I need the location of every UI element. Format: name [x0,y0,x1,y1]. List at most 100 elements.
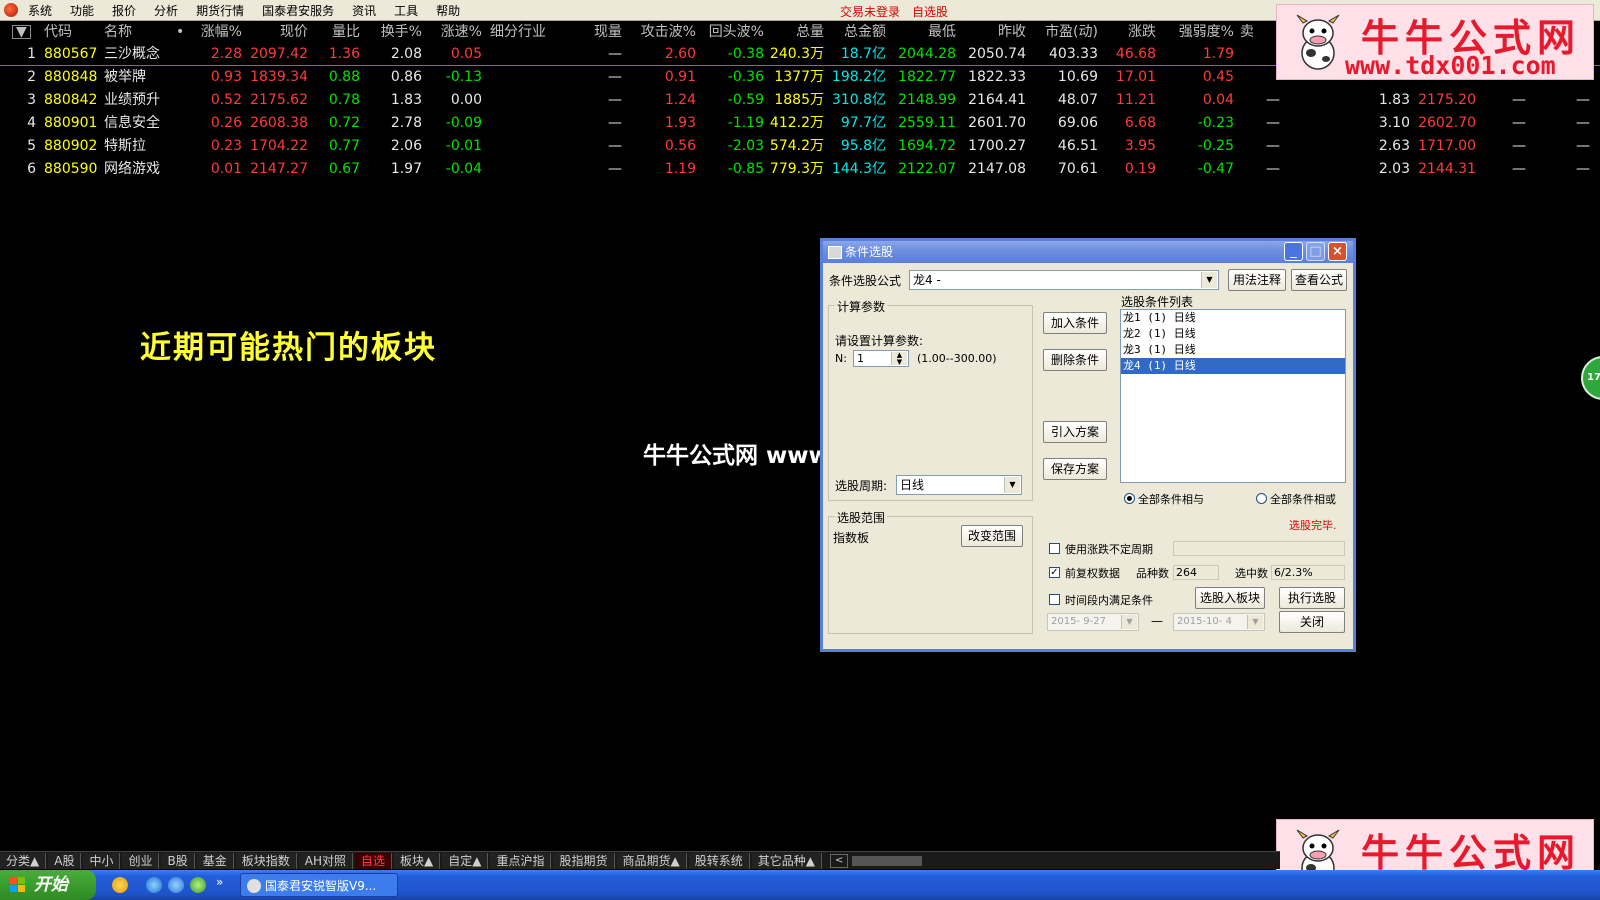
dialog-titlebar[interactable]: 条件选股 _ □ × [823,241,1353,263]
header-turnover[interactable]: 换手% [360,21,422,43]
minimize-button[interactable]: _ [1284,242,1303,261]
header-total-volume[interactable]: 总量 [764,21,824,43]
date-to-picker[interactable]: 2015-10- 4 ▼ [1173,613,1265,631]
tab-item[interactable]: 中小 [83,852,121,869]
table-row[interactable]: 5 880902 特斯拉 0.23 1704.22 0.77 2.06 -0.01 — 0.56 -… [0,135,1600,158]
tab-scrollbar[interactable] [852,855,923,866]
header-pullback-wave[interactable]: 回头波% [696,21,764,43]
menu-item-system[interactable]: 系统 [28,2,52,19]
taskbar-app-button[interactable]: 国泰君安锐智版V9... [240,873,398,897]
table-row[interactable]: 6 880590 网络游戏 0.01 2147.27 0.67 1.97 -0.04 — 1.19… [0,158,1600,181]
header-strength[interactable]: 强弱度% [1156,21,1234,43]
menu-item-function[interactable]: 功能 [70,2,94,19]
variable-period-checkbox[interactable] [1049,543,1060,554]
time-range-checkbox[interactable] [1049,594,1060,605]
tab-item[interactable]: AH对照 [298,852,353,869]
header-prev-close[interactable]: 昨收 [956,21,1026,43]
quicklaunch-browser-icon[interactable] [168,877,184,893]
tab-item[interactable]: 股指期货 [553,852,615,869]
variable-period-field[interactable] [1173,541,1345,556]
header-speed[interactable]: 涨速% [422,21,482,43]
watchlist-status[interactable]: 自选股 [912,3,948,20]
close-button[interactable]: 关闭 [1279,611,1345,633]
side-badge[interactable]: 17 [1581,356,1600,400]
header-pe[interactable]: 市盈(动) [1026,21,1098,43]
import-plan-button[interactable]: 引入方案 [1043,421,1107,443]
menu-item-news[interactable]: 资讯 [352,2,376,19]
chevron-down-icon[interactable]: ▼ [1004,477,1020,493]
header-name[interactable]: 名称 [104,21,184,43]
condition-item[interactable]: 龙3 (1) 日线 [1121,342,1345,358]
header-change[interactable]: 涨跌 [1098,21,1156,43]
date-from-picker[interactable]: 2015- 9-27 ▼ [1047,613,1139,631]
header-volume-ratio[interactable]: 量比 [308,21,360,43]
trade-login-status[interactable]: 交易未登录 [840,3,900,20]
quicklaunch-app-icon[interactable] [190,877,206,893]
header-price[interactable]: 现价 [242,21,308,43]
variable-period-label[interactable]: 使用涨跌不定周期 [1065,541,1153,557]
menu-item-broker-service[interactable]: 国泰君安服务 [262,2,334,19]
menu-item-analysis[interactable]: 分析 [154,2,178,19]
condition-item-selected[interactable]: 龙4 (1) 日线 [1121,358,1345,374]
quicklaunch-messenger-icon[interactable] [112,877,128,893]
header-industry[interactable]: 细分行业 [490,21,570,43]
view-formula-button[interactable]: 查看公式 [1291,269,1347,291]
condition-list[interactable]: 龙1 (1) 日线 龙2 (1) 日线 龙3 (1) 日线 龙4 (1) 日线 [1120,309,1346,483]
maximize-button[interactable]: □ [1306,242,1325,261]
save-plan-button[interactable]: 保存方案 [1043,458,1107,480]
tab-item[interactable]: B股 [161,852,195,869]
execute-screening-button[interactable]: 执行选股 [1279,587,1345,609]
change-range-button[interactable]: 改变范围 [961,525,1023,547]
add-to-block-button[interactable]: 选股入板块 [1195,587,1265,609]
header-change-pct[interactable]: 涨幅% [180,21,242,43]
tab-item[interactable]: 股转系统 [688,852,750,869]
tab-item[interactable]: 重点沪指 [490,852,552,869]
radio-all-and[interactable] [1124,493,1135,504]
tab-item[interactable]: 板块指数 [235,852,297,869]
adjusted-data-label[interactable]: 前复权数据 [1065,565,1120,581]
header-current-volume[interactable]: 现量 [570,21,622,43]
formula-select[interactable]: 龙4 - ▼ [909,270,1219,290]
column-menu-button[interactable]: ▼ [12,21,32,43]
time-range-label[interactable]: 时间段内满足条件 [1065,592,1153,608]
tab-item[interactable]: 自选 [354,852,392,869]
delete-condition-button[interactable]: 删除条件 [1043,349,1107,371]
table-row[interactable]: 4 880901 信息安全 0.26 2608.38 0.72 2.78 -0.09 — 1.93… [0,112,1600,135]
tab-item[interactable]: 创业 [122,852,160,869]
header-code[interactable]: 代码 [44,21,104,43]
tab-item[interactable]: 商品期货▲ [616,852,687,869]
chevron-down-icon[interactable]: ▼ [1247,615,1263,629]
table-row[interactable]: 3 880842 业绩预升 0.52 2175.62 0.78 1.83 0.00 — 1.24 -… [0,89,1600,112]
quicklaunch-more-button[interactable]: » [216,875,223,889]
condition-item[interactable]: 龙2 (1) 日线 [1121,326,1345,342]
menu-item-quote[interactable]: 报价 [112,2,136,19]
radio-all-and-label[interactable]: 全部条件相与 [1138,491,1204,507]
tab-item[interactable]: A股 [48,852,82,869]
tab-item[interactable]: 其它品种▲ [751,852,822,869]
header-attack-wave[interactable]: 攻击波% [622,21,696,43]
condition-item[interactable]: 龙1 (1) 日线 [1121,310,1345,326]
tab-item[interactable]: 自定▲ [442,852,489,869]
add-condition-button[interactable]: 加入条件 [1043,312,1107,334]
tab-scroll-left-button[interactable]: < [829,853,849,868]
radio-all-or[interactable] [1256,493,1267,504]
header-ask[interactable]: 卖 [1240,21,1280,43]
adjusted-data-checkbox[interactable]: ✓ [1049,567,1060,578]
menu-item-help[interactable]: 帮助 [436,2,460,19]
quicklaunch-ie-icon[interactable] [146,877,162,893]
header-total-amount[interactable]: 总金额 [824,21,886,43]
close-window-button[interactable]: × [1328,242,1347,261]
period-select[interactable]: 日线 ▼ [896,475,1022,495]
tab-item[interactable]: 基金 [196,852,234,869]
chevron-down-icon[interactable]: ▼ [1201,272,1217,288]
tab-item[interactable]: 板块▲ [394,852,441,869]
header-low[interactable]: 最低 [886,21,956,43]
param-n-stepper[interactable]: 1 ▲ ▼ [853,350,909,367]
spin-arrows-icon[interactable]: ▲ ▼ [891,352,907,366]
start-button[interactable]: 开始 [0,870,96,900]
menu-item-tools[interactable]: 工具 [394,2,418,19]
tab-item[interactable]: 分类▲ [0,852,47,869]
chevron-down-icon[interactable]: ▼ [1121,615,1137,629]
menu-item-futures[interactable]: 期货行情 [196,2,244,19]
radio-all-or-label[interactable]: 全部条件相或 [1270,491,1336,507]
